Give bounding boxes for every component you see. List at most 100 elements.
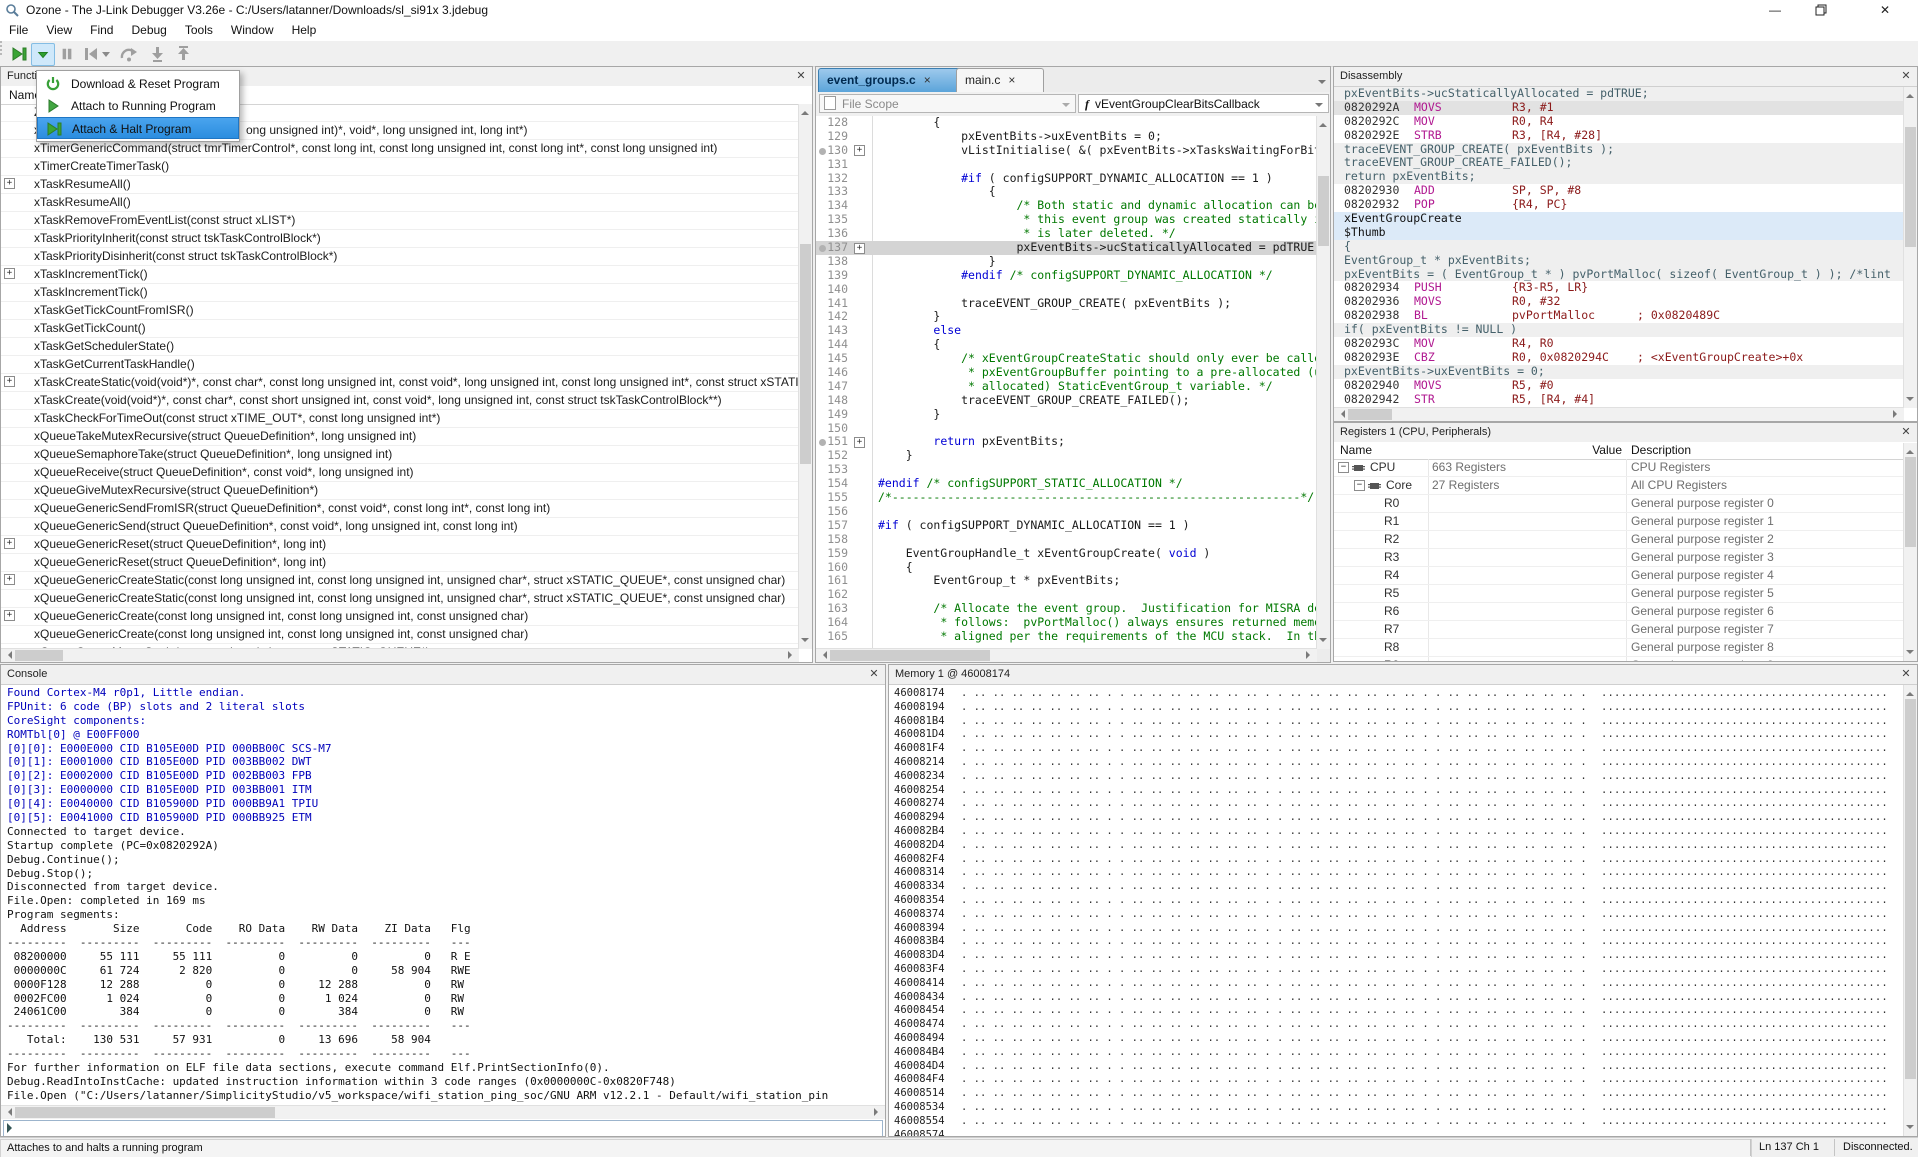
memory-byte-group[interactable]: . .. .. .. .. .. .. .. . xyxy=(1119,770,1269,784)
line-number[interactable]: 154 xyxy=(820,477,848,491)
memory-byte-group[interactable]: . .. .. .. .. .. .. .. . xyxy=(1435,977,1585,991)
memory-byte-group[interactable]: . .. .. .. .. .. .. .. . xyxy=(961,756,1111,770)
memory-byte-group[interactable]: . .. .. .. .. .. .. .. . xyxy=(1435,991,1585,1005)
line-number[interactable]: 131 xyxy=(820,158,848,172)
line-number[interactable]: 152 xyxy=(820,449,848,463)
function-row[interactable]: xQueueGenericSendFromISR(struct QueueDef… xyxy=(1,500,799,518)
memory-byte-group[interactable]: . .. .. .. .. .. .. .. . xyxy=(1435,756,1585,770)
memory-byte-group[interactable]: . .. .. .. .. .. .. .. . xyxy=(1435,1129,1585,1137)
disasm-instruction[interactable]: 0820292AMOVSR3, #1 xyxy=(1334,101,1904,115)
memory-row[interactable]: 46008354. .. .. .. .. .. .. .. .. .. .. … xyxy=(889,894,1904,908)
disassembly-horizontal-scrollbar[interactable] xyxy=(1334,407,1904,421)
expand-plus-icon[interactable]: + xyxy=(4,178,15,189)
code-line[interactable]: 136 * is later deleted. */ xyxy=(816,227,1317,241)
memory-byte-group[interactable]: . .. .. .. .. .. .. .. . xyxy=(1119,1101,1269,1115)
line-number[interactable]: 159 xyxy=(820,547,848,561)
line-number[interactable]: 155 xyxy=(820,491,848,505)
step-into-button[interactable] xyxy=(146,43,168,64)
memory-byte-group[interactable]: . .. .. .. .. .. .. .. . xyxy=(1277,963,1427,977)
memory-byte-group[interactable]: . .. .. .. .. .. .. .. . xyxy=(961,797,1111,811)
line-number[interactable]: 163 xyxy=(820,602,848,616)
line-number[interactable]: 148 xyxy=(820,394,848,408)
register-row[interactable]: R7General purpose register 7 xyxy=(1334,621,1904,639)
disasm-instruction[interactable]: 08202934PUSH{R3-R5, LR} xyxy=(1334,281,1904,295)
memory-row[interactable]: 460081D4. .. .. .. .. .. .. .. .. .. .. … xyxy=(889,728,1904,742)
tab-main-c[interactable]: main.c× xyxy=(956,68,1044,92)
memory-byte-group[interactable]: . .. .. .. .. .. .. .. . xyxy=(1435,1073,1585,1087)
memory-byte-group[interactable]: . .. .. .. .. .. .. .. . xyxy=(1119,880,1269,894)
memory-byte-group[interactable]: . .. .. .. .. .. .. .. . xyxy=(1435,866,1585,880)
memory-byte-group[interactable]: . .. .. .. .. .. .. .. . xyxy=(1277,866,1427,880)
disasm-instruction[interactable]: 08202940MOVSR5, #0 xyxy=(1334,379,1904,393)
memory-byte-group[interactable]: . .. .. .. .. .. .. .. . xyxy=(1435,908,1585,922)
function-row[interactable]: xTaskGetTickCount() xyxy=(1,320,799,338)
functions-vertical-scrollbar[interactable] xyxy=(798,104,812,649)
memory-byte-group[interactable]: . .. .. .. .. .. .. .. . xyxy=(1435,949,1585,963)
code-line[interactable]: 139 #endif /* configSUPPORT_DYNAMIC_ALLO… xyxy=(816,269,1317,283)
memory-byte-group[interactable]: . .. .. .. .. .. .. .. . xyxy=(961,1129,1111,1137)
memory-byte-group[interactable]: . .. .. .. .. .. .. .. . xyxy=(1119,811,1269,825)
disasm-instruction[interactable]: 0820293ECBZR0, 0x0820294C; <xEventGroupC… xyxy=(1334,351,1904,365)
memory-byte-group[interactable]: . .. .. .. .. .. .. .. . xyxy=(1277,784,1427,798)
memory-byte-group[interactable]: . .. .. .. .. .. .. .. . xyxy=(1435,825,1585,839)
memory-byte-group[interactable]: . .. .. .. .. .. .. .. . xyxy=(1435,784,1585,798)
memory-byte-group[interactable]: . .. .. .. .. .. .. .. . xyxy=(1277,811,1427,825)
memory-byte-group[interactable]: . .. .. .. .. .. .. .. . xyxy=(1119,839,1269,853)
memory-byte-group[interactable]: . .. .. .. .. .. .. .. . xyxy=(1119,1046,1269,1060)
memory-byte-group[interactable]: . .. .. .. .. .. .. .. . xyxy=(1435,935,1585,949)
code-line[interactable]: 156 xyxy=(816,505,1317,519)
memory-byte-group[interactable]: . .. .. .. .. .. .. .. . xyxy=(1277,977,1427,991)
code-line[interactable]: 149 } xyxy=(816,408,1317,422)
memory-byte-group[interactable]: . .. .. .. .. .. .. .. . xyxy=(961,811,1111,825)
memory-byte-group[interactable]: . .. .. .. .. .. .. .. . xyxy=(1119,908,1269,922)
code-line[interactable]: 138 } xyxy=(816,255,1317,269)
memory-byte-group[interactable]: . .. .. .. .. .. .. .. . xyxy=(1119,1060,1269,1074)
function-row[interactable]: xTaskPriorityInherit(const struct tskTas… xyxy=(1,230,799,248)
function-row[interactable]: +xTaskIncrementTick() xyxy=(1,266,799,284)
memory-byte-group[interactable]: . .. .. .. .. .. .. .. . xyxy=(1277,894,1427,908)
code-line[interactable]: 132 #if ( configSUPPORT_DYNAMIC_ALLOCATI… xyxy=(816,172,1317,186)
line-number[interactable]: 137 xyxy=(820,241,848,255)
disasm-instruction[interactable]: 0820292CMOVR0, R4 xyxy=(1334,115,1904,129)
memory-row[interactable]: 46008334. .. .. .. .. .. .. .. .. .. .. … xyxy=(889,880,1904,894)
function-row[interactable]: xTaskPriorityDisinherit(const struct tsk… xyxy=(1,248,799,266)
disasm-instruction[interactable]: 0820293CMOVR4, R0 xyxy=(1334,337,1904,351)
line-number[interactable]: 165 xyxy=(820,630,848,644)
memory-byte-group[interactable]: . .. .. .. .. .. .. .. . xyxy=(1277,880,1427,894)
disassembly-vertical-scrollbar[interactable] xyxy=(1903,87,1917,408)
tab-close-icon[interactable]: × xyxy=(1008,73,1015,87)
function-row[interactable]: xTaskRemoveFromEventList(const struct xL… xyxy=(1,212,799,230)
column-description[interactable]: Description xyxy=(1631,442,1691,459)
function-row[interactable]: xTaskResumeAll() xyxy=(1,194,799,212)
code-line[interactable]: 137+ pxEventBits->ucStaticallyAllocated … xyxy=(816,241,1317,255)
memory-row[interactable]: 460082D4. .. .. .. .. .. .. .. .. .. .. … xyxy=(889,839,1904,853)
memory-byte-group[interactable]: . .. .. .. .. .. .. .. . xyxy=(961,880,1111,894)
line-number[interactable]: 139 xyxy=(820,269,848,283)
memory-row[interactable]: 460084B4. .. .. .. .. .. .. .. .. .. .. … xyxy=(889,1046,1904,1060)
tab-list-dropdown-icon[interactable] xyxy=(1318,77,1326,91)
memory-byte-group[interactable]: . .. .. .. .. .. .. .. . xyxy=(961,908,1111,922)
attach-halt-button[interactable] xyxy=(8,43,30,64)
line-number[interactable]: 140 xyxy=(820,283,848,297)
expand-plus-icon[interactable]: + xyxy=(4,538,15,549)
memory-byte-group[interactable]: . .. .. .. .. .. .. .. . xyxy=(1277,949,1427,963)
memory-byte-group[interactable]: . .. .. .. .. .. .. .. . xyxy=(961,977,1111,991)
memory-byte-group[interactable]: . .. .. .. .. .. .. .. . xyxy=(1277,1101,1427,1115)
memory-byte-group[interactable]: . .. .. .. .. .. .. .. . xyxy=(1435,1046,1585,1060)
code-line[interactable]: 141 traceEVENT_GROUP_CREATE( pxEventBits… xyxy=(816,297,1317,311)
memory-row[interactable]: 46008294. .. .. .. .. .. .. .. .. .. .. … xyxy=(889,811,1904,825)
memory-byte-group[interactable]: . .. .. .. .. .. .. .. . xyxy=(1277,935,1427,949)
function-row[interactable]: xTimerGenericCommand(struct tmrTimerCont… xyxy=(1,140,799,158)
memory-byte-group[interactable]: . .. .. .. .. .. .. .. . xyxy=(1119,797,1269,811)
memory-byte-group[interactable]: . .. .. .. .. .. .. .. . xyxy=(1277,715,1427,729)
memory-byte-group[interactable]: . .. .. .. .. .. .. .. . xyxy=(961,770,1111,784)
line-number[interactable]: 143 xyxy=(820,324,848,338)
function-row[interactable]: xQueueTakeMutexRecursive(struct QueueDef… xyxy=(1,428,799,446)
memory-byte-group[interactable]: . .. .. .. .. .. .. .. . xyxy=(961,922,1111,936)
code-line[interactable]: 159 EventGroupHandle_t xEventGroupCreate… xyxy=(816,547,1317,561)
memory-row[interactable]: 46008534. .. .. .. .. .. .. .. .. .. .. … xyxy=(889,1101,1904,1115)
line-number[interactable]: 158 xyxy=(820,533,848,547)
memory-byte-group[interactable]: . .. .. .. .. .. .. .. . xyxy=(961,1004,1111,1018)
memory-byte-group[interactable]: . .. .. .. .. .. .. .. . xyxy=(1435,811,1585,825)
menu-item-tools[interactable]: Tools xyxy=(176,20,222,41)
